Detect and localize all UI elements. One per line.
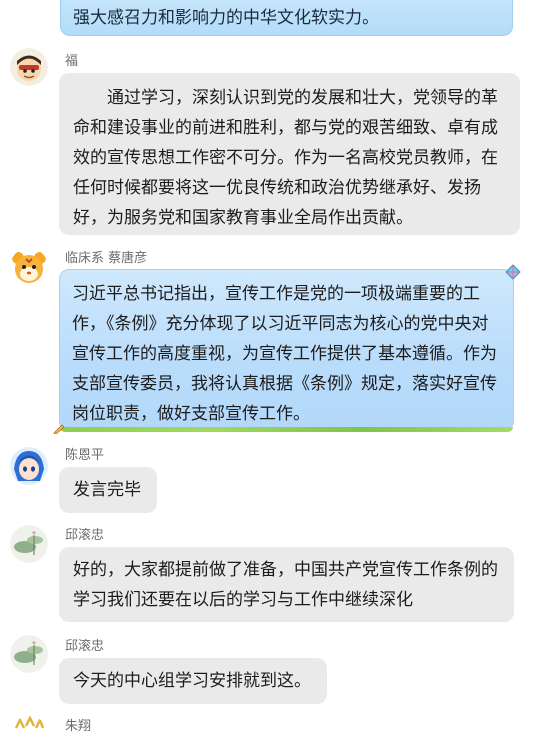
sender-name: 朱翔 — [65, 719, 92, 734]
sender-name: 陈恩平 — [65, 448, 105, 463]
message-line: 通过学习，深刻认识到党的发展和壮大，党领导的革 — [73, 88, 498, 108]
avatar[interactable] — [10, 248, 48, 286]
message-line: 岗位职责，做好支部宣传工作。 — [72, 404, 310, 424]
message-line: 好，为服务党和国家教育事业全局作出贡献。 — [73, 208, 413, 228]
avatar[interactable] — [10, 48, 48, 86]
cartoon-tiger-avatar-icon — [10, 248, 48, 286]
message-bubble[interactable]: 通过学习，深刻认识到党的发展和壮大，党领导的革 命和建设事业的前进和胜利，都与党… — [59, 73, 520, 235]
message-text: 今天的中心组学习安排就到这。 — [73, 671, 311, 691]
message-bubble[interactable]: 好的，大家都提前做了准备，中国共产党宣传工作条例的 学习我们还要在以后的学习与工… — [59, 547, 514, 622]
message-line: 好的，大家都提前做了准备，中国共产党宣传工作条例的 — [73, 560, 498, 580]
message-line: 宣传工作的高度重视，为宣传工作提供了基本遵循。作为 — [72, 344, 497, 364]
pencil-icon — [53, 424, 65, 434]
message-line: 任何时候都要将这一优良传统和政治优势继承好、发扬 — [73, 178, 481, 198]
message-line: 习近平总书记指出，宣传工作是党的一项极端重要的工 — [72, 284, 480, 304]
cartoon-boy-avatar-icon — [10, 48, 48, 86]
sender-name: 临床系 蔡唐彦 — [65, 251, 148, 266]
message-bubble[interactable]: 习近平总书记指出，宣传工作是党的一项极端重要的工 作，《条例》充分体现了以习近平… — [59, 269, 514, 432]
message-line: 效的宣传思想工作密不可分。作为一名高校党员教师，在 — [73, 148, 498, 168]
message-line: 命和建设事业的前进和胜利，都与党的艰苦细致、卓有成 — [73, 118, 498, 138]
sender-name: 邱滚忠 — [65, 639, 105, 654]
message-bubble[interactable]: 发言完毕 — [59, 467, 157, 513]
message-line: 支部宣传委员，我将认真根据《条例》规定，落实好宣传 — [72, 374, 497, 394]
message-line: 作，《条例》充分体现了以习近平同志为核心的党中央对 — [72, 314, 489, 334]
sender-name: 福 — [65, 54, 79, 69]
message-text: 强大感召力和影响力的中华文化软实力。 — [73, 8, 379, 28]
cartoon-avatar-icon — [10, 716, 48, 754]
anime-girl-avatar-icon — [10, 447, 48, 485]
message-line: 学习我们还要在以后的学习与工作中继续深化 — [73, 590, 413, 610]
lotus-painting-avatar-icon — [10, 525, 48, 563]
sender-name: 邱滚忠 — [65, 528, 105, 543]
message-bubble-previous[interactable]: 强大感召力和影响力的中华文化软实力。 — [60, 0, 513, 36]
avatar[interactable] — [10, 635, 48, 673]
avatar[interactable] — [10, 525, 48, 563]
avatar[interactable] — [10, 716, 48, 754]
lotus-painting-avatar-icon — [10, 635, 48, 673]
message-bubble[interactable]: 今天的中心组学习安排就到这。 — [59, 658, 327, 704]
avatar[interactable] — [10, 447, 48, 485]
kite-icon — [505, 264, 521, 280]
grass-decoration — [60, 427, 513, 432]
message-text: 发言完毕 — [73, 480, 141, 500]
